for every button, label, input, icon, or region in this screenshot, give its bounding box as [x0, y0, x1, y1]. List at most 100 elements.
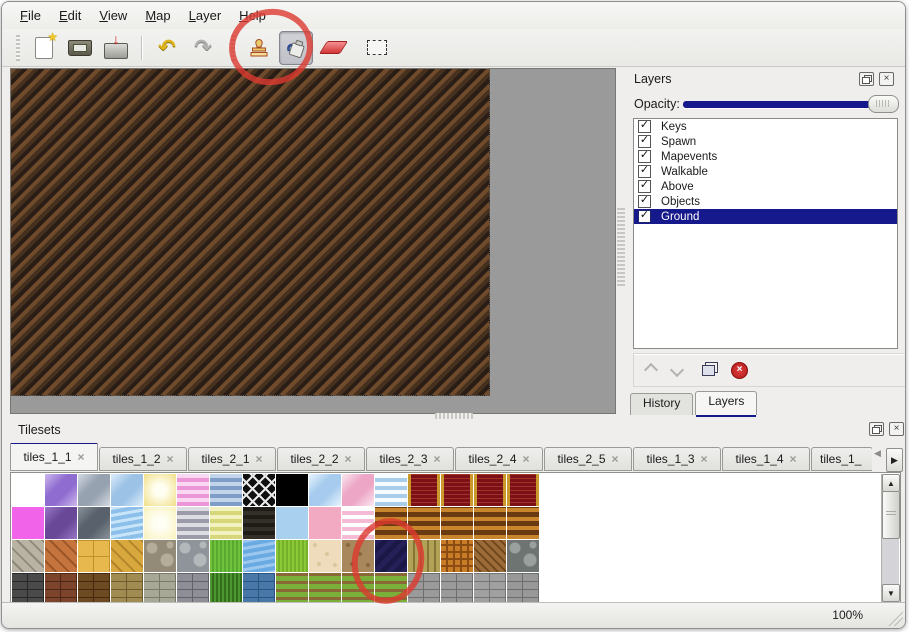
horizontal-splitter-handle[interactable]: [435, 413, 473, 419]
palette-tile[interactable]: [111, 507, 143, 539]
palette-tile[interactable]: [78, 540, 110, 572]
palette-tile[interactable]: [12, 474, 44, 506]
menu-item[interactable]: Edit: [53, 5, 87, 26]
scrollbar-thumb[interactable]: [882, 491, 900, 539]
palette-tile[interactable]: [243, 507, 275, 539]
move-layer-up-icon[interactable]: [644, 363, 658, 377]
vertical-splitter-handle[interactable]: [617, 208, 625, 286]
tab-close-icon[interactable]: ×: [345, 453, 352, 465]
palette-tile[interactable]: [276, 573, 308, 605]
palette-tile[interactable]: [507, 507, 539, 539]
layer-visibility-checkbox[interactable]: ✓: [638, 135, 651, 148]
layer-visibility-checkbox[interactable]: ✓: [638, 180, 651, 193]
layer-row[interactable]: ✓ Objects: [634, 194, 897, 209]
tab-close-icon[interactable]: ×: [790, 453, 797, 465]
eraser-tool-button[interactable]: [317, 32, 349, 64]
tab-close-icon[interactable]: ×: [256, 453, 263, 465]
palette-tile[interactable]: [375, 507, 407, 539]
palette-tile[interactable]: [144, 474, 176, 506]
palette-tile[interactable]: [144, 540, 176, 572]
scroll-tabs-left-icon[interactable]: ◀: [874, 448, 881, 459]
palette-tile[interactable]: [210, 573, 242, 605]
layer-row[interactable]: ✓ Mapevents: [634, 149, 897, 164]
scroll-up-icon[interactable]: ▲: [882, 474, 900, 492]
duplicate-layer-icon[interactable]: [702, 365, 715, 376]
layer-row[interactable]: ✓ Walkable: [634, 164, 897, 179]
side-panel-tab[interactable]: History: [630, 393, 693, 415]
layer-visibility-checkbox[interactable]: ✓: [638, 120, 651, 133]
toolbar-grip-handle[interactable]: [16, 35, 20, 61]
palette-tile[interactable]: [243, 573, 275, 605]
palette-tile[interactable]: [210, 474, 242, 506]
tileset-tab[interactable]: tiles_1_ ×: [811, 447, 872, 471]
palette-tile[interactable]: [210, 507, 242, 539]
palette-tile[interactable]: [441, 507, 473, 539]
palette-tile[interactable]: [309, 474, 341, 506]
palette-tile[interactable]: [276, 474, 308, 506]
palette-tile[interactable]: [12, 573, 44, 605]
palette-tile[interactable]: [12, 507, 44, 539]
select-tool-button[interactable]: [361, 32, 393, 64]
palette-tile[interactable]: [144, 507, 176, 539]
tileset-tab[interactable]: tiles_1_3 ×: [633, 447, 721, 471]
palette-tile[interactable]: [507, 474, 539, 506]
palette-tile[interactable]: [111, 540, 143, 572]
palette-tile[interactable]: [375, 540, 407, 572]
palette-tile[interactable]: [375, 474, 407, 506]
palette-tile[interactable]: [243, 540, 275, 572]
menu-item[interactable]: Help: [233, 5, 272, 26]
menu-item[interactable]: Layer: [183, 5, 228, 26]
map-canvas-viewport[interactable]: [10, 68, 616, 414]
layer-visibility-checkbox[interactable]: ✓: [638, 210, 651, 223]
tab-close-icon[interactable]: ×: [612, 453, 619, 465]
palette-tile[interactable]: [375, 573, 407, 605]
palette-tile[interactable]: [474, 474, 506, 506]
palette-tile[interactable]: [177, 573, 209, 605]
palette-tile[interactable]: [507, 573, 539, 605]
map-tile-area[interactable]: [11, 69, 490, 396]
new-file-button[interactable]: ★: [28, 32, 60, 64]
tileset-palette-grid[interactable]: [12, 474, 539, 605]
menu-item[interactable]: File: [14, 5, 47, 26]
tileset-tab[interactable]: tiles_2_4 ×: [455, 447, 543, 471]
palette-tile[interactable]: [111, 573, 143, 605]
stamp-tool-button[interactable]: [243, 32, 275, 64]
float-panel-icon[interactable]: [859, 72, 874, 86]
open-file-button[interactable]: [64, 32, 96, 64]
palette-tile[interactable]: [276, 540, 308, 572]
palette-tile[interactable]: [45, 540, 77, 572]
palette-tile[interactable]: [177, 540, 209, 572]
palette-tile[interactable]: [45, 507, 77, 539]
layer-row[interactable]: ✓ Keys: [634, 119, 897, 134]
opacity-slider-handle[interactable]: [868, 95, 899, 113]
palette-tile[interactable]: [309, 507, 341, 539]
window-resize-grip[interactable]: [885, 608, 903, 626]
palette-tile[interactable]: [474, 573, 506, 605]
palette-tile[interactable]: [408, 573, 440, 605]
close-panel-icon[interactable]: ×: [879, 72, 894, 86]
palette-tile[interactable]: [342, 573, 374, 605]
delete-layer-icon[interactable]: ×: [731, 362, 748, 379]
menu-item[interactable]: View: [93, 5, 133, 26]
tab-close-icon[interactable]: ×: [78, 451, 85, 463]
side-panel-tab[interactable]: Layers: [695, 391, 757, 415]
palette-tile[interactable]: [276, 507, 308, 539]
palette-tile[interactable]: [45, 573, 77, 605]
tileset-tab[interactable]: tiles_2_2 ×: [277, 447, 365, 471]
palette-tile[interactable]: [12, 540, 44, 572]
palette-tile[interactable]: [111, 474, 143, 506]
palette-tile[interactable]: [441, 474, 473, 506]
palette-tile[interactable]: [408, 474, 440, 506]
layer-row[interactable]: ✓ Above: [634, 179, 897, 194]
tileset-tab[interactable]: tiles_1_1 ×: [10, 443, 98, 471]
menu-item[interactable]: Map: [139, 5, 176, 26]
palette-tile[interactable]: [441, 573, 473, 605]
palette-tile[interactable]: [78, 507, 110, 539]
save-file-button[interactable]: ↓: [100, 32, 132, 64]
tileset-tab[interactable]: tiles_1_4 ×: [722, 447, 810, 471]
palette-tile[interactable]: [474, 507, 506, 539]
opacity-slider-track[interactable]: [683, 101, 896, 108]
tileset-tab[interactable]: tiles_2_1 ×: [188, 447, 276, 471]
scroll-down-icon[interactable]: ▼: [882, 584, 900, 602]
palette-tile[interactable]: [342, 507, 374, 539]
